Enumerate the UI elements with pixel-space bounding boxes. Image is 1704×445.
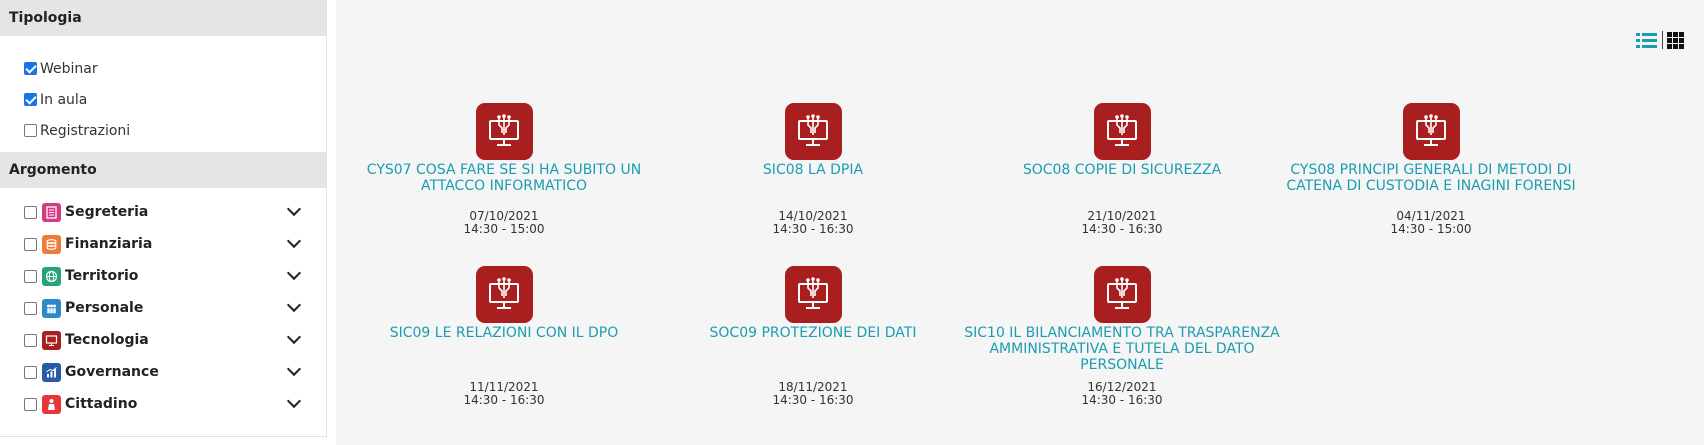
finanziaria-label: Finanziaria [65, 236, 153, 252]
finanziaria-checkbox[interactable] [24, 237, 37, 251]
globe-icon [42, 266, 61, 286]
course-card[interactable]: CYS08 PRINCIPI GENERALI DI METODI DI CAT… [1263, 103, 1599, 194]
chevron-down-icon[interactable] [286, 329, 302, 345]
topic-territorio: Territorio [0, 260, 326, 292]
course-time: 14:30 - 16:30 [463, 393, 545, 407]
course-schedule: 07/10/2021 14:30 - 15:00 [336, 210, 672, 236]
people-icon [42, 298, 61, 318]
course-card[interactable]: SIC10 IL BILANCIAMENTO TRA TRASPARENZA A… [954, 266, 1290, 373]
view-toggle-divider [1662, 31, 1663, 49]
personale-checkbox[interactable] [24, 301, 37, 315]
course-time: 14:30 - 16:30 [772, 393, 854, 407]
in-aula-label: In aula [40, 91, 88, 108]
webinar-label: Webinar [40, 60, 98, 77]
technology-course-icon[interactable] [475, 103, 533, 160]
view-toggle [1636, 31, 1684, 49]
topic-list: Segreteria Finanziaria Territorio Person… [0, 188, 326, 420]
list-view-icon[interactable] [1636, 32, 1657, 48]
registrazioni-label: Registrazioni [40, 122, 131, 139]
typology-in-aula[interactable]: In aula [24, 84, 326, 115]
registrazioni-checkbox[interactable] [24, 124, 37, 137]
course-schedule: 11/11/2021 14:30 - 16:30 [336, 381, 672, 407]
chevron-down-icon[interactable] [286, 361, 302, 377]
in-aula-checkbox[interactable] [24, 93, 37, 106]
course-time: 14:30 - 16:30 [1081, 222, 1163, 236]
chart-icon [42, 362, 61, 382]
course-card[interactable]: SOC09 PROTEZIONE DEI DATI [645, 266, 981, 341]
tecnologia-checkbox[interactable] [24, 333, 37, 347]
grid-view-icon[interactable] [1667, 31, 1684, 49]
governance-checkbox[interactable] [24, 365, 37, 379]
chevron-down-icon[interactable] [286, 201, 302, 217]
course-time: 14:30 - 16:30 [1081, 393, 1163, 407]
document-icon [42, 202, 61, 222]
cittadino-label: Cittadino [65, 396, 138, 412]
technology-course-icon[interactable] [1402, 103, 1460, 160]
territorio-label: Territorio [65, 268, 139, 284]
typology-header: Tipologia [0, 0, 326, 36]
governance-label: Governance [65, 364, 159, 380]
chevron-down-icon[interactable] [286, 265, 302, 281]
computer-icon [42, 330, 61, 350]
course-schedule: 04/11/2021 14:30 - 15:00 [1263, 210, 1599, 236]
typology-webinar[interactable]: Webinar [24, 53, 326, 84]
course-title-link[interactable]: SIC08 LA DPIA [645, 162, 981, 178]
course-schedule: 18/11/2021 14:30 - 16:30 [645, 381, 981, 407]
chevron-down-icon[interactable] [286, 393, 302, 409]
technology-course-icon[interactable] [1093, 103, 1151, 160]
typology-registrazioni[interactable]: Registrazioni [24, 115, 326, 146]
course-title-link[interactable]: CYS08 PRINCIPI GENERALI DI METODI DI CAT… [1263, 162, 1599, 194]
personale-label: Personale [65, 300, 144, 316]
course-title-link[interactable]: SIC10 IL BILANCIAMENTO TRA TRASPARENZA A… [954, 325, 1290, 373]
technology-course-icon[interactable] [475, 266, 533, 323]
course-schedule: 14/10/2021 14:30 - 16:30 [645, 210, 981, 236]
course-time: 14:30 - 15:00 [463, 222, 545, 236]
technology-course-icon[interactable] [784, 266, 842, 323]
filter-sidebar: Tipologia Webinar In aula Registrazioni … [0, 0, 327, 437]
tecnologia-label: Tecnologia [65, 332, 149, 348]
segreteria-checkbox[interactable] [24, 205, 37, 219]
cittadino-checkbox[interactable] [24, 397, 37, 411]
course-title-link[interactable]: CYS07 COSA FARE SE SI HA SUBITO UN ATTAC… [336, 162, 672, 194]
course-title-link[interactable]: SOC09 PROTEZIONE DEI DATI [645, 325, 981, 341]
topic-cittadino: Cittadino [0, 388, 326, 420]
webinar-checkbox[interactable] [24, 62, 37, 75]
course-title-link[interactable]: SIC09 LE RELAZIONI CON IL DPO [336, 325, 672, 341]
course-title-link[interactable]: SOC08 COPIE DI SICUREZZA [954, 162, 1290, 178]
course-card[interactable]: SIC09 LE RELAZIONI CON IL DPO [336, 266, 672, 341]
topic-governance: Governance [0, 356, 326, 388]
coins-icon [42, 234, 61, 254]
person-icon [42, 394, 61, 414]
course-schedule: 16/12/2021 14:30 - 16:30 [954, 381, 1290, 407]
topic-segreteria: Segreteria [0, 196, 326, 228]
course-card[interactable]: SOC08 COPIE DI SICUREZZA [954, 103, 1290, 178]
topic-header: Argomento [0, 152, 326, 188]
segreteria-label: Segreteria [65, 204, 149, 220]
territorio-checkbox[interactable] [24, 269, 37, 283]
typology-list: Webinar In aula Registrazioni [0, 36, 326, 152]
topic-tecnologia: Tecnologia [0, 324, 326, 356]
course-time: 14:30 - 16:30 [772, 222, 854, 236]
course-grid-area: CYS07 COSA FARE SE SI HA SUBITO UN ATTAC… [336, 0, 1704, 445]
topic-finanziaria: Finanziaria [0, 228, 326, 260]
course-time: 14:30 - 15:00 [1390, 222, 1472, 236]
topic-personale: Personale [0, 292, 326, 324]
course-card[interactable]: SIC08 LA DPIA [645, 103, 981, 178]
technology-course-icon[interactable] [784, 103, 842, 160]
course-schedule: 21/10/2021 14:30 - 16:30 [954, 210, 1290, 236]
chevron-down-icon[interactable] [286, 233, 302, 249]
course-card[interactable]: CYS07 COSA FARE SE SI HA SUBITO UN ATTAC… [336, 103, 672, 194]
technology-course-icon[interactable] [1093, 266, 1151, 323]
chevron-down-icon[interactable] [286, 297, 302, 313]
